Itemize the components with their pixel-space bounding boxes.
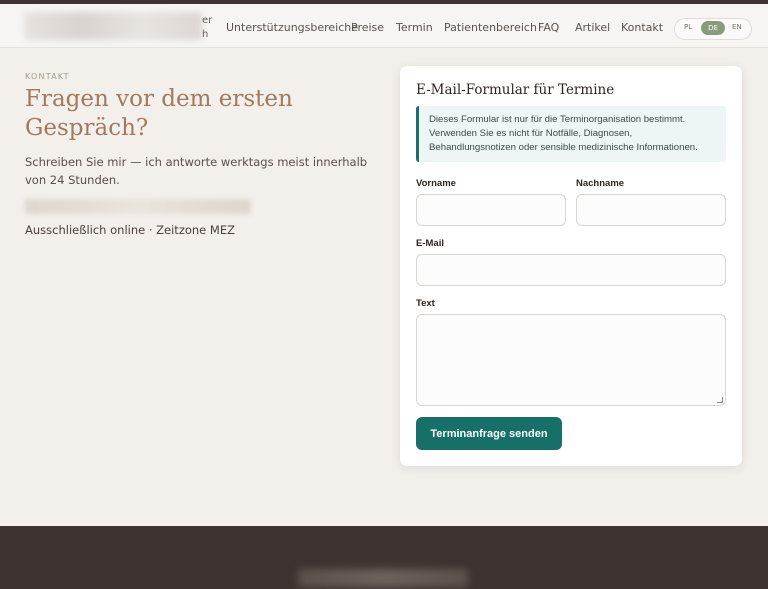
text-label: Text bbox=[416, 298, 435, 309]
email-field[interactable] bbox=[416, 254, 726, 286]
availability-note: Ausschließlich online · Zeitzone MEZ bbox=[25, 223, 235, 237]
appointment-form-card: E-Mail-Formular für Termine Dieses Formu… bbox=[400, 66, 742, 466]
email-label: E-Mail bbox=[416, 238, 444, 249]
nav-item-appointment[interactable]: Termin bbox=[396, 21, 433, 34]
nav-item-support-areas[interactable]: Unterstützungsbereiche bbox=[226, 21, 358, 34]
lang-de-button[interactable]: DE bbox=[701, 21, 725, 35]
footer-logo-redacted bbox=[298, 569, 468, 587]
contact-email-redacted[interactable] bbox=[25, 199, 251, 214]
form-title: E-Mail-Formular für Termine bbox=[416, 82, 615, 98]
first-name-field[interactable] bbox=[416, 194, 566, 226]
logo-fragment-line-2: h bbox=[202, 29, 209, 40]
logo-text-fragment: er h bbox=[202, 14, 212, 42]
page-title: Fragen vor dem ersten Gespräch? bbox=[25, 86, 293, 141]
site-logo[interactable] bbox=[24, 12, 202, 40]
section-eyebrow: KONTAKT bbox=[25, 72, 70, 81]
last-name-field[interactable] bbox=[576, 194, 726, 226]
nav-item-contact[interactable]: Kontakt bbox=[621, 21, 663, 34]
intro-lead: Schreiben Sie mir — ich antworte werktag… bbox=[25, 155, 368, 187]
first-name-label: Vorname bbox=[416, 178, 456, 189]
nav-item-faq[interactable]: FAQ bbox=[538, 21, 559, 34]
site-header: er h Unterstützungsbereiche Preise Termi… bbox=[0, 4, 768, 48]
nav-item-articles[interactable]: Artikel bbox=[575, 21, 610, 34]
lang-pl-button[interactable]: PL bbox=[684, 23, 692, 31]
logo-fragment-line-1: er bbox=[202, 15, 213, 26]
privacy-notice: Dieses Formular ist nur für die Terminor… bbox=[416, 106, 726, 162]
last-name-label: Nachname bbox=[576, 178, 625, 189]
language-switcher: PL DE EN bbox=[674, 18, 752, 40]
lang-en-button[interactable]: EN bbox=[732, 23, 742, 31]
submit-appointment-button[interactable]: Terminanfrage senden bbox=[416, 417, 562, 450]
resize-grip-icon[interactable] bbox=[717, 397, 723, 403]
message-textarea[interactable] bbox=[416, 314, 726, 406]
nav-item-prices[interactable]: Preise bbox=[351, 21, 384, 34]
nav-item-patient-area[interactable]: Patientenbereich bbox=[444, 21, 537, 34]
